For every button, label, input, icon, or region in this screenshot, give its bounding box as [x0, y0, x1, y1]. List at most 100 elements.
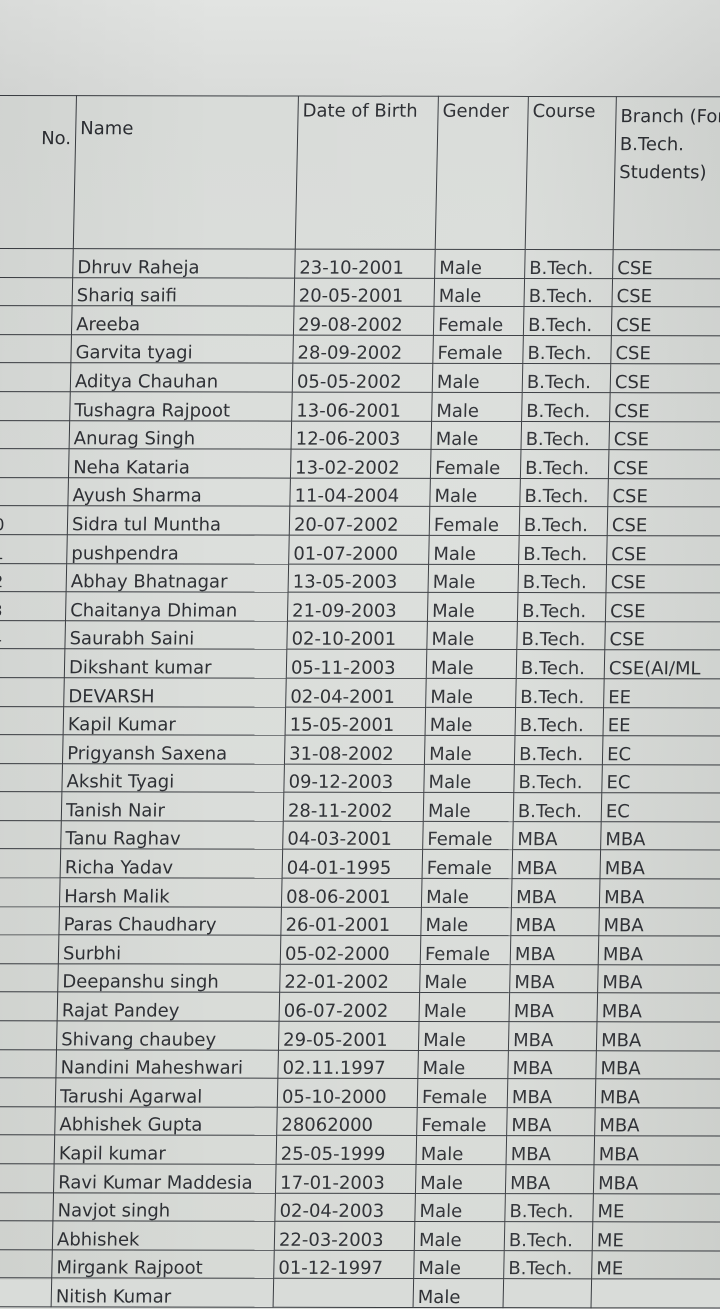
- cell-name: Ravi Kumar Maddesia: [53, 1163, 277, 1193]
- cell-branch: MBA: [594, 1107, 720, 1137]
- cell-branch: MBA: [600, 821, 720, 851]
- cell-gender: Female: [417, 1078, 508, 1108]
- header-dob: Date of Birth: [295, 96, 439, 250]
- cell-name: Saurabh Saini: [64, 620, 288, 650]
- cell-name: Neha Kataria: [68, 448, 292, 478]
- cell-gender: Male: [427, 592, 518, 622]
- cell-no: 18: [0, 734, 64, 764]
- cell-no: 14: [0, 620, 66, 650]
- cell-gender: Male: [415, 1164, 507, 1194]
- cell-gender: Female: [420, 935, 511, 965]
- cell-course: B.Tech.: [521, 392, 611, 422]
- cell-course: B.Tech.: [524, 249, 614, 279]
- cell-branch: CSE: [611, 278, 720, 308]
- cell-branch: MBA: [599, 878, 720, 908]
- cell-branch: EC: [602, 735, 720, 765]
- cell-dob: 12-06-2003: [291, 420, 432, 450]
- cell-branch: MBA: [598, 936, 720, 965]
- cell-gender: Female: [422, 849, 513, 879]
- cell-course: MBA: [510, 907, 600, 937]
- cell-course: B.Tech.: [523, 306, 612, 336]
- cell-name: Surbhi: [58, 935, 281, 965]
- cell-course: B.Tech.: [503, 1250, 593, 1280]
- cell-no: [0, 448, 70, 478]
- cell-name: Mirgank Rajpoot: [51, 1249, 275, 1279]
- cell-gender: Male: [413, 1278, 504, 1308]
- cell-gender: Male: [420, 907, 512, 936]
- cell-branch: MBA: [597, 964, 720, 994]
- cell-course: B.Tech.: [513, 792, 602, 822]
- table-row: 14 Saurabh Saini 02-10-2001 Male B.Tech. CSE: [0, 620, 720, 651]
- cell-gender: Male: [423, 764, 515, 793]
- cell-gender: Male: [424, 735, 515, 765]
- cell-course: MBA: [512, 821, 602, 851]
- cell-gender: Male: [429, 478, 521, 507]
- cell-gender: Male: [428, 563, 519, 593]
- cell-no: 33: [0, 1163, 55, 1193]
- cell-gender: Male: [426, 621, 518, 650]
- student-table: No. Name Date of Birth Gender Course Bra…: [0, 95, 720, 1309]
- cell-branch: CSE: [605, 564, 720, 594]
- header-name: Name: [73, 95, 299, 250]
- table-row: 17Kapil Kumar15-05-2001MaleB.Tech.EE: [0, 706, 720, 737]
- cell-course: B.Tech.: [522, 335, 612, 365]
- cell-name: Harsh Malik: [59, 877, 283, 907]
- cell-gender: Male: [417, 1050, 509, 1079]
- cell-branch: MBA: [599, 850, 720, 880]
- cell-no: 10: [0, 505, 68, 535]
- cell-dob: 22-03-2003: [274, 1221, 415, 1251]
- cell-name: Rajat Pandey: [57, 992, 280, 1022]
- cell-course: [503, 1279, 592, 1308]
- cell-gender: Male: [416, 1135, 507, 1165]
- cell-dob: 05-11-2003: [286, 649, 427, 679]
- cell-course: B.Tech.: [504, 1193, 594, 1222]
- cell-course: MBA: [508, 1021, 597, 1051]
- cell-gender: Male: [414, 1221, 505, 1251]
- cell-name: Garvita tyagi: [70, 334, 294, 364]
- table-row: 18Prigyansh Saxena31-08-2002MaleB.Tech.E…: [0, 734, 720, 765]
- cell-gender: Female: [416, 1107, 508, 1137]
- cell-gender: Female: [430, 449, 521, 479]
- header-branch-line1: Branch (For: [620, 106, 720, 128]
- cell-course: MBA: [507, 1078, 596, 1108]
- cell-course: B.Tech.: [519, 506, 608, 536]
- cell-course: B.Tech.: [517, 564, 607, 593]
- cell-branch: EC: [601, 764, 720, 794]
- cell-branch: EE: [602, 707, 720, 737]
- cell-course: B.Tech.: [520, 449, 609, 479]
- cell-no: 21: [0, 820, 62, 850]
- cell-branch: CSE(AI/ML: [604, 650, 720, 679]
- cell-dob: 17-01-2003: [275, 1164, 417, 1194]
- cell-name: Abhishek Gupta: [54, 1106, 278, 1136]
- cell-no: 34: [0, 1192, 54, 1222]
- cell-no: 36: [0, 1249, 53, 1279]
- cell-no: [0, 277, 73, 306]
- table-row: Aditya Chauhan 05-05-2002 Male B.Tech. CSE: [0, 362, 720, 393]
- header-branch-line2: B.Tech.: [619, 134, 685, 156]
- cell-branch: CSE: [611, 306, 720, 336]
- cell-no: [0, 420, 70, 449]
- cell-gender: Female: [433, 306, 524, 336]
- cell-no: 20: [0, 791, 62, 821]
- cell-dob: 13-02-2002: [290, 449, 432, 479]
- cell-branch: ME: [592, 1221, 720, 1251]
- cell-name: Shariq saifi: [72, 277, 295, 307]
- cell-gender: Male: [425, 706, 516, 736]
- cell-course: B.Tech.: [516, 621, 606, 651]
- cell-no: 27: [0, 992, 58, 1021]
- table-row: 35Abhishek22-03-2003MaleB.Tech.ME: [0, 1220, 720, 1251]
- cell-branch: CSE: [607, 478, 720, 508]
- cell-name: Ayush Sharma: [67, 477, 291, 507]
- table-row: Shariq saifi 20-05-2001 Male B.Tech. CSE: [0, 277, 720, 308]
- cell-dob: [273, 1278, 414, 1308]
- cell-dob: 11-04-2004: [289, 477, 431, 507]
- cell-no: 25: [0, 934, 59, 964]
- cell-no: [0, 305, 73, 335]
- cell-branch: ME: [591, 1250, 720, 1280]
- cell-name: Richa Yadav: [60, 849, 283, 879]
- cell-name: Kapil Kumar: [63, 706, 286, 736]
- cell-no: 23: [0, 877, 61, 907]
- cell-branch: CSE: [604, 621, 720, 651]
- cell-dob: 06-07-2002: [279, 992, 420, 1022]
- cell-dob: 21-09-2003: [287, 592, 429, 622]
